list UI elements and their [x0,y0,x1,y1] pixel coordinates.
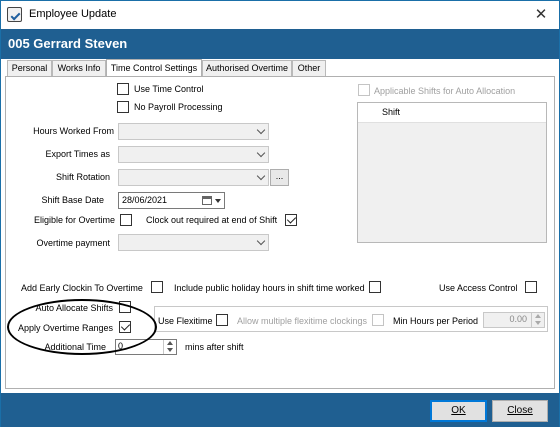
dropdown-arrow-icon[interactable] [215,199,221,203]
spin-up-icon[interactable] [535,314,541,318]
calendar-icon[interactable] [202,196,212,205]
use-time-control-label: Use Time Control [134,84,204,94]
tab-other[interactable]: Other [292,60,326,76]
spin-down-icon[interactable] [535,321,541,325]
no-payroll-processing-label: No Payroll Processing [134,102,223,112]
add-early-clockin-checkbox[interactable] [151,281,163,293]
eligible-for-overtime-label: Eligible for Overtime [34,215,116,225]
tab-time-control-settings[interactable]: Time Control Settings [106,59,202,76]
allow-multiple-flexitime-label: Allow multiple flexitime clockings [237,316,368,326]
shift-base-date-value: 28/06/2021 [122,195,168,205]
shift-column-label: Shift [382,107,401,117]
min-hours-spinner[interactable] [531,313,544,327]
use-flexitime-label: Use Flexitime [158,316,213,326]
use-flexitime-checkbox[interactable] [216,314,228,326]
spin-up-icon[interactable] [167,341,173,345]
min-hours-per-period-value: 0.00 [509,314,527,324]
shift-rotation-browse-button[interactable]: ... [270,169,289,186]
close-button[interactable]: Close [492,400,548,422]
clock-out-required-checkbox[interactable] [285,214,297,226]
shift-base-date-label: Shift Base Date [41,195,104,205]
min-hours-per-period-label: Min Hours per Period [393,316,479,326]
dialog-footer: OK Close [1,393,559,427]
employee-header: 005 Gerrard Steven [1,29,559,59]
ok-button[interactable]: OK [430,400,487,422]
chevron-down-icon [256,125,266,135]
hours-worked-from-label: Hours Worked From [33,126,114,136]
additional-time-spinner[interactable] [163,340,176,354]
spin-down-icon[interactable] [167,348,173,352]
shift-rotation-select[interactable] [118,169,269,186]
include-public-holiday-label: Include public holiday hours in shift ti… [174,283,365,293]
shift-rotation-label: Shift Rotation [55,172,110,182]
export-times-as-select[interactable] [118,146,269,163]
tab-personal[interactable]: Personal [7,60,52,76]
title-bar[interactable]: Employee Update ✕ [1,1,559,29]
use-time-control-checkbox[interactable] [117,83,129,95]
chevron-down-icon [256,236,266,246]
overtime-payment-select[interactable] [118,234,269,251]
include-public-holiday-checkbox[interactable] [369,281,381,293]
tab-authorised-overtime[interactable]: Authorised Overtime [202,60,292,76]
app-icon [7,7,22,22]
use-access-control-label: Use Access Control [439,283,518,293]
annotation-highlight-oval [7,299,157,355]
eligible-for-overtime-checkbox[interactable] [120,214,132,226]
window-close-icon[interactable]: ✕ [531,5,551,25]
allow-multiple-flexitime-checkbox[interactable] [372,314,384,326]
add-early-clockin-label: Add Early Clockin To Overtime [21,283,143,293]
shift-base-date-picker[interactable]: 28/06/2021 [118,192,225,209]
overtime-payment-label: Overtime payment [36,238,110,248]
employee-name-title: 005 Gerrard Steven [8,36,128,51]
min-hours-per-period-input[interactable]: 0.00 [483,312,545,328]
applicable-shifts-checkbox[interactable] [358,84,370,96]
hours-worked-from-select[interactable] [118,123,269,140]
clock-out-required-label: Clock out required at end of Shift [146,215,278,225]
window-title: Employee Update [29,8,117,20]
additional-time-suffix: mins after shift [185,342,244,352]
applicable-shifts-label: Applicable Shifts for Auto Allocation [374,86,516,96]
chevron-down-icon [256,148,266,158]
employee-update-window: Employee Update ✕ 005 Gerrard Steven Per… [0,0,560,427]
chevron-down-icon [256,171,266,181]
tab-works-info[interactable]: Works Info [52,60,106,76]
shift-column-header: Shift [358,103,546,123]
use-access-control-checkbox[interactable] [525,281,537,293]
applicable-shifts-list[interactable]: Shift [357,102,547,243]
no-payroll-processing-checkbox[interactable] [117,101,129,113]
export-times-as-label: Export Times as [45,149,110,159]
